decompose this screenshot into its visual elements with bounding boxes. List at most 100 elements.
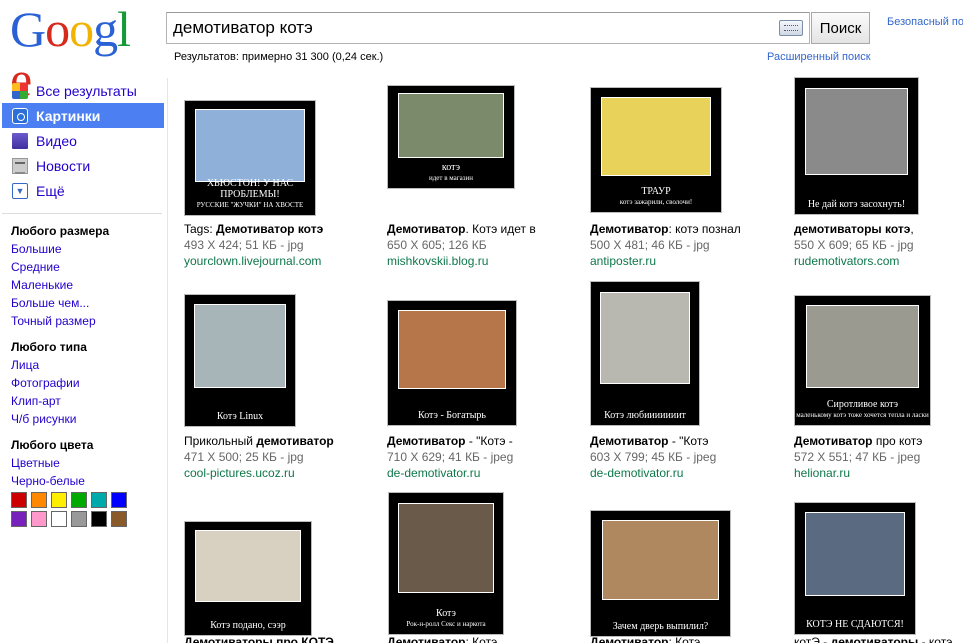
caption-line: Сиротливое котэ (826, 399, 899, 410)
result-title-bold: Демотиватор (590, 635, 669, 643)
result-title[interactable]: Демотиватор: котэ познал (590, 221, 780, 237)
color-swatch[interactable] (111, 511, 127, 527)
color-swatch[interactable] (71, 492, 87, 508)
result-title[interactable]: Демотиватор про котэ (794, 433, 963, 449)
color-swatch[interactable] (31, 511, 47, 527)
color-swatch[interactable] (111, 492, 127, 508)
filter-link[interactable]: Большие (0, 240, 164, 258)
result-title[interactable]: Демотиватор. Котэ идет в (387, 221, 577, 237)
thumbnail-caption: Котэ Linux (185, 411, 295, 422)
result-title[interactable]: котЭ - демотиваторы - котэ (794, 634, 963, 643)
result-url[interactable]: helionar.ru (794, 465, 850, 481)
caption-line: ХЬЮСТОН! У НАС ПРОБЛЕМЫ! (206, 178, 294, 200)
thumbnail-photo (398, 309, 506, 390)
filter-link[interactable]: Клип-арт (0, 392, 164, 410)
sidebar-divider (2, 213, 162, 214)
image-thumbnail[interactable]: Котэ любииииииит (590, 281, 700, 426)
color-swatches (0, 492, 164, 527)
thumbnail-photo (599, 292, 691, 384)
result-url[interactable]: de-demotivator.ru (590, 465, 683, 481)
result-url[interactable]: cool-pictures.ucoz.ru (184, 465, 295, 481)
result-title[interactable]: Tags: Демотиватор котэ (184, 221, 374, 237)
filter-link[interactable]: Маленькие (0, 276, 164, 294)
result-url[interactable]: antiposter.ru (590, 253, 656, 269)
filter-link[interactable]: Средние (0, 258, 164, 276)
filter-link[interactable]: Лица (0, 356, 164, 374)
color-swatch[interactable] (31, 492, 47, 508)
size-filter-list: Большие Средние Маленькие Больше чем... Точн… (0, 240, 164, 330)
filter-link[interactable]: Ч/б рисунки (0, 410, 164, 428)
image-thumbnail[interactable]: Котэ - Богатырь (387, 300, 517, 426)
image-thumbnail[interactable]: Не дай котэ засохнуть! (794, 77, 919, 215)
thumbnail-container: Не дай котэ засохнуть! (794, 76, 963, 218)
caption-line: Котэ (436, 608, 456, 619)
result-title[interactable]: Демотиватор: Котэ (387, 634, 577, 643)
thumbnail-caption: Зачем дверь выпилил? (591, 621, 730, 632)
result-url[interactable]: de-demotivator.ru (387, 465, 480, 481)
nav-item[interactable]: Все результаты (0, 78, 164, 103)
logo-letter: o (69, 1, 94, 57)
result-title[interactable]: Демотиватор - "Котэ (590, 433, 780, 449)
color-filter-heading[interactable]: Любого цвета (0, 436, 164, 454)
caption-line: КОТЭ НЕ СДАЮТСЯ! (806, 619, 904, 630)
color-swatch[interactable] (11, 492, 27, 508)
image-thumbnail[interactable]: Котэ подано, сээр (184, 521, 312, 636)
filter-link[interactable]: Цветные (0, 454, 164, 472)
filter-link[interactable]: Точный размер (0, 312, 164, 330)
safesearch-link[interactable]: Безопасный по (887, 16, 963, 28)
search-box (166, 12, 810, 44)
image-thumbnail[interactable]: Котэ Рок-н-ролл Секс и наркота (388, 492, 504, 635)
thumbnail-caption: котэ идет в магазин (388, 162, 514, 184)
filter-link[interactable]: Больше чем... (0, 294, 164, 312)
result-title[interactable]: Демотиватор: Котэ (590, 634, 780, 643)
color-swatch[interactable] (51, 511, 67, 527)
nav-item[interactable]: Видео (0, 128, 164, 153)
nav-item[interactable]: Картинки (2, 103, 164, 128)
result-title[interactable]: Демотиваторы про КОТЭ (184, 634, 374, 643)
filter-link[interactable]: Фотографии (0, 374, 164, 392)
search-button[interactable]: Поиск (811, 12, 870, 44)
thumbnail-photo (804, 512, 906, 596)
result-url[interactable]: yourclown.livejournal.com (184, 253, 321, 269)
color-swatch[interactable] (91, 492, 107, 508)
thumbnail-container: КОТЭ НЕ СДАЮТСЯ! (794, 493, 963, 635)
image-result: котэ идет в магазин Демотиватор. Котэ идет… (387, 76, 577, 268)
nav-item[interactable]: ▼ Ещё (0, 178, 164, 203)
image-thumbnail[interactable]: котэ идет в магазин (387, 85, 515, 189)
image-thumbnail[interactable]: ХЬЮСТОН! У НАС ПРОБЛЕМЫ! РУССКИЕ "ЖУЧКИ" … (184, 100, 316, 216)
image-thumbnail[interactable]: Сиротливое котэ маленькому котэ тоже хоче… (794, 295, 931, 426)
advanced-search-link[interactable]: Расширенный поиск (767, 51, 871, 63)
thumbnail-container: Сиротливое котэ маленькому котэ тоже хоче… (794, 285, 963, 427)
image-result: Котэ подано, сээр Демотиваторы про КОТЭ (184, 493, 374, 643)
sidebar-separator (167, 78, 168, 643)
google-logo[interactable]: Google (10, 1, 150, 104)
image-thumbnail[interactable]: КОТЭ НЕ СДАЮТСЯ! (794, 502, 916, 635)
result-title[interactable]: Прикольный демотиватор (184, 433, 374, 449)
thumbnail-photo (398, 93, 504, 159)
result-url[interactable]: rudemotivators.com (794, 253, 899, 269)
image-thumbnail[interactable]: Котэ Linux (184, 294, 296, 427)
size-filter-heading[interactable]: Любого размера (0, 222, 164, 240)
result-url[interactable]: mishkovskii.blog.ru (387, 253, 488, 269)
thumbnail-photo (193, 304, 287, 388)
filter-link[interactable]: Черно-белые (0, 472, 164, 490)
nav-item[interactable]: Новости (0, 153, 164, 178)
caption-line: котэ (441, 162, 461, 173)
thumbnail-photo (398, 502, 494, 594)
color-swatch[interactable] (91, 511, 107, 527)
color-swatch[interactable] (71, 511, 87, 527)
search-input[interactable] (167, 13, 767, 43)
nav-item-label: Новости (36, 157, 91, 174)
result-title-bold: Демотиватор (794, 434, 873, 448)
caption-line: Котэ Linux (216, 411, 264, 422)
image-thumbnail[interactable]: Зачем дверь выпилил? (590, 510, 731, 637)
virtual-keyboard-icon[interactable] (779, 20, 803, 36)
caption-line: идет в магазин (428, 174, 473, 182)
result-title[interactable]: Демотиватор - "Котэ - (387, 433, 577, 449)
color-swatch[interactable] (51, 492, 67, 508)
result-title[interactable]: демотиваторы котэ, (794, 221, 963, 237)
color-swatch[interactable] (11, 511, 27, 527)
type-filter-heading[interactable]: Любого типа (0, 338, 164, 356)
images-icon (12, 107, 28, 124)
image-thumbnail[interactable]: ТРАУР котэ зажарили, сволочи! (590, 87, 722, 213)
